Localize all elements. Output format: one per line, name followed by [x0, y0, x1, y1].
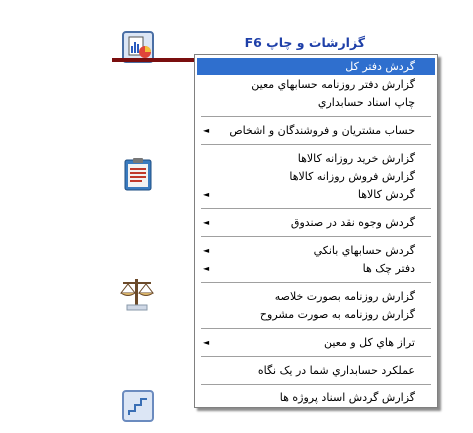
menu-item-label: چاپ اسناد حسابداري	[317, 96, 415, 109]
stairs-icon[interactable]	[121, 389, 154, 422]
menu-separator	[201, 282, 431, 284]
menu-separator	[201, 144, 431, 146]
menu-item-label: دفتر چک ها	[362, 262, 415, 275]
menu-item-cheque-books[interactable]: دفتر چک ها ◄	[197, 260, 435, 277]
menu-separator	[201, 116, 431, 118]
submenu-arrow-icon: ◄	[203, 126, 210, 135]
menu-separator	[201, 328, 431, 330]
menu-item-label: گزارش دفتر روزنامه حسابهاي معين	[251, 78, 415, 91]
reports-dropdown-menu: گردش دفتر كل گزارش دفتر روزنامه حسابهاي …	[194, 54, 438, 408]
menu-item-label: گردش كالاها	[357, 188, 415, 201]
menu-item-daily-purchase-report[interactable]: گزارش خريد روزانه كالاها	[197, 150, 435, 167]
clipboard-icon[interactable]	[121, 156, 153, 191]
menu-item-label: گردش دفتر كل	[345, 60, 415, 73]
menu-item-accounting-performance-overview[interactable]: عملكرد حسابداري شما در يک نگاه	[197, 362, 435, 379]
title-underline	[112, 58, 207, 62]
submenu-arrow-icon: ◄	[203, 190, 210, 199]
menu-item-trial-balances[interactable]: تراز هاي كل و معين ◄	[197, 334, 435, 351]
menu-item-journal-detailed-report[interactable]: گزارش روزنامه به صورت مشروح	[197, 306, 435, 323]
submenu-arrow-icon: ◄	[203, 264, 210, 273]
menu-item-label: گزارش خريد روزانه كالاها	[297, 152, 415, 165]
menu-item-project-documents-turnover[interactable]: گزارش گردش اسناد پروژه ها	[197, 389, 435, 406]
menu-item-journal-summary-report[interactable]: گزارش روزنامه بصورت خلاصه	[197, 288, 435, 305]
menu-separator	[201, 356, 431, 358]
menu-item-bank-accounts-turnover[interactable]: گردش حسابهاي بانكي ◄	[197, 242, 435, 259]
menu-item-label: تراز هاي كل و معين	[323, 336, 415, 349]
menu-item-label: گزارش گردش اسناد پروژه ها	[279, 391, 415, 404]
scales-icon[interactable]	[117, 275, 155, 311]
menu-item-cash-box-turnover[interactable]: گردش وجوه نقد در صندوق ◄	[197, 214, 435, 231]
submenu-arrow-icon: ◄	[203, 338, 210, 347]
menu-item-label: گردش حسابهاي بانكي	[313, 244, 415, 257]
menu-item-goods-turnover[interactable]: گردش كالاها ◄	[197, 186, 435, 203]
menu-item-journal-subsidiary-report[interactable]: گزارش دفتر روزنامه حسابهاي معين	[197, 76, 435, 93]
menu-separator	[201, 236, 431, 238]
menu-separator	[201, 208, 431, 210]
menu-item-label: گزارش روزنامه به صورت مشروح	[259, 308, 415, 321]
menu-item-print-accounting-documents[interactable]: چاپ اسناد حسابداري	[197, 94, 435, 111]
menu-separator	[201, 384, 431, 386]
menu-item-label: حساب مشتريان و فروشندگان و اشخاص	[229, 124, 415, 137]
submenu-arrow-icon: ◄	[203, 218, 210, 227]
submenu-arrow-icon: ◄	[203, 246, 210, 255]
menu-item-customers-suppliers-accounts[interactable]: حساب مشتريان و فروشندگان و اشخاص ◄	[197, 122, 435, 139]
menu-item-label: گزارش روزنامه بصورت خلاصه	[274, 290, 415, 303]
menu-item-label: عملكرد حسابداري شما در يک نگاه	[257, 364, 415, 377]
menu-item-general-ledger-turnover[interactable]: گردش دفتر كل	[197, 58, 435, 75]
menu-item-label: گزارش فروش روزانه كالاها	[289, 170, 415, 183]
menu-item-label: گردش وجوه نقد در صندوق	[290, 216, 415, 229]
menu-item-daily-sales-report[interactable]: گزارش فروش روزانه كالاها	[197, 168, 435, 185]
reports-menu-title[interactable]: گزارشات و چاپ F6	[205, 35, 365, 53]
